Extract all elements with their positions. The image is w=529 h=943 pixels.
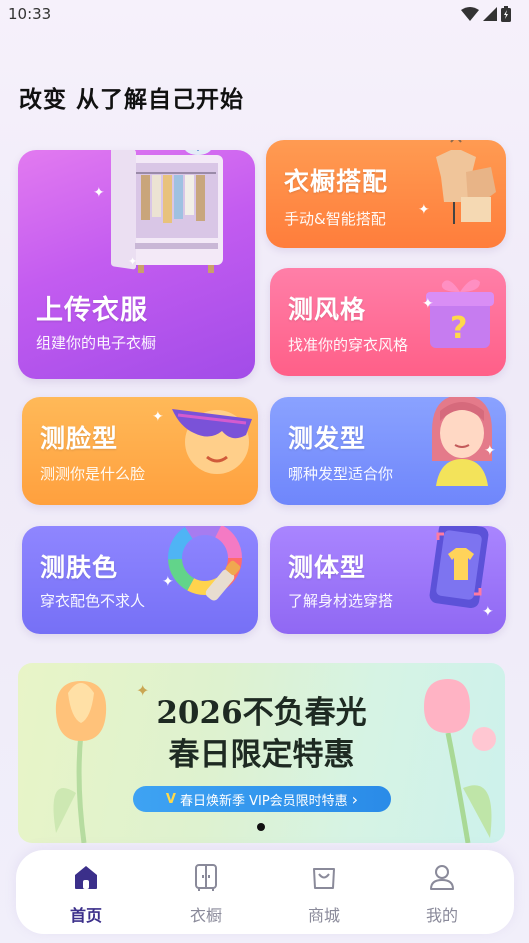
sparkle-icon: ✦: [422, 296, 434, 312]
wifi-icon: [461, 7, 479, 21]
gift-box-illustration: ?: [418, 270, 503, 355]
upload-clothes-card[interactable]: ✦ ✦ 上传衣服 组建你的电子衣橱: [18, 150, 255, 379]
home-icon: [75, 866, 97, 889]
phone-shirt-illustration: [422, 526, 502, 613]
status-icons: [461, 6, 511, 22]
card-subtitle: 找准你的穿衣风格: [288, 336, 409, 354]
card-title: 测肤色: [40, 553, 119, 582]
sunglasses-face-illustration: [162, 397, 257, 487]
test-hairstyle-card[interactable]: ✦ 测发型 哪种发型适合你: [270, 397, 506, 505]
tab-label: 商城: [307, 906, 340, 925]
svg-text:?: ?: [450, 311, 467, 346]
wardrobe-illustration: [103, 150, 243, 285]
sparkle-icon: ✦: [484, 443, 496, 459]
sparkle-icon: ✦: [152, 409, 164, 425]
tab-home[interactable]: 首页: [46, 850, 126, 934]
card-title: 测体型: [288, 553, 367, 582]
tab-wardrobe[interactable]: 衣橱: [166, 850, 246, 934]
status-time: 10:33: [8, 5, 52, 23]
test-skin-color-card[interactable]: ✦ 测肤色 穿衣配色不求人: [22, 526, 258, 634]
chevron-right-icon: ›: [351, 789, 359, 809]
test-style-card[interactable]: ? ✦ 测风格 找准你的穿衣风格: [270, 268, 506, 376]
card-subtitle: 了解身材选穿搭: [288, 592, 394, 610]
card-subtitle: 测测你是什么脸: [40, 465, 146, 483]
test-body-shape-card[interactable]: ✦ 测体型 了解身材选穿搭: [270, 526, 506, 634]
tab-profile[interactable]: 我的: [402, 850, 482, 934]
tab-label: 首页: [69, 906, 102, 925]
card-subtitle: 哪种发型适合你: [288, 465, 394, 483]
sparkle-icon: ✦: [128, 255, 138, 268]
page-headline: 改变 从了解自己开始: [19, 87, 245, 113]
card-title: 测风格: [288, 295, 367, 324]
card-title: 测脸型: [40, 424, 119, 453]
banner-subheadline: 春日限定特惠: [168, 737, 355, 773]
vip-badge-icon: V: [165, 791, 176, 807]
card-subtitle: 组建你的电子衣橱: [36, 334, 157, 352]
sparkle-icon: ✦: [482, 604, 494, 620]
card-title: 衣橱搭配: [284, 167, 389, 196]
tab-label: 我的: [425, 906, 458, 925]
tab-shop[interactable]: 商城: [284, 850, 364, 934]
sparkle-icon: ✦: [418, 202, 430, 218]
tab-label: 衣橱: [189, 906, 222, 925]
pill-text: 春日焕新季 VIP会员限时特惠: [179, 793, 348, 809]
sparkle-icon: ✦: [93, 185, 105, 201]
card-subtitle: 手动&智能搭配: [284, 210, 386, 228]
sparkle-icon: ✦: [162, 574, 174, 590]
shop-bag-icon: [313, 868, 335, 889]
girl-avatar-illustration: [420, 397, 505, 486]
card-title: 上传衣服: [36, 295, 148, 326]
signal-icon: [483, 7, 497, 21]
vip-promo-pill[interactable]: V 春日焕新季 VIP会员限时特惠 ›: [133, 786, 391, 812]
wardrobe-match-card[interactable]: ✦ 衣橱搭配 手动&智能搭配: [266, 140, 506, 248]
battery-icon: [501, 6, 511, 22]
profile-icon: [430, 865, 454, 890]
card-subtitle: 穿衣配色不求人: [40, 592, 146, 610]
color-wheel-illustration: [167, 526, 257, 612]
wardrobe-icon: [195, 864, 217, 891]
card-title: 测发型: [288, 424, 367, 453]
test-face-shape-card[interactable]: ✦ 测脸型 测测你是什么脸: [22, 397, 258, 505]
bottom-tab-bar: 首页 衣橱 商城 我的: [16, 850, 514, 934]
status-bar: 10:33: [0, 0, 529, 30]
promo-banner[interactable]: ✦ 2026不负春光 春日限定特惠 V 春日焕新季 VIP会员限时特惠 ›: [18, 663, 505, 843]
carousel-indicator-dot[interactable]: [257, 823, 265, 831]
outfit-illustration: [406, 140, 506, 232]
banner-headline: 2026不负春光: [156, 695, 367, 731]
